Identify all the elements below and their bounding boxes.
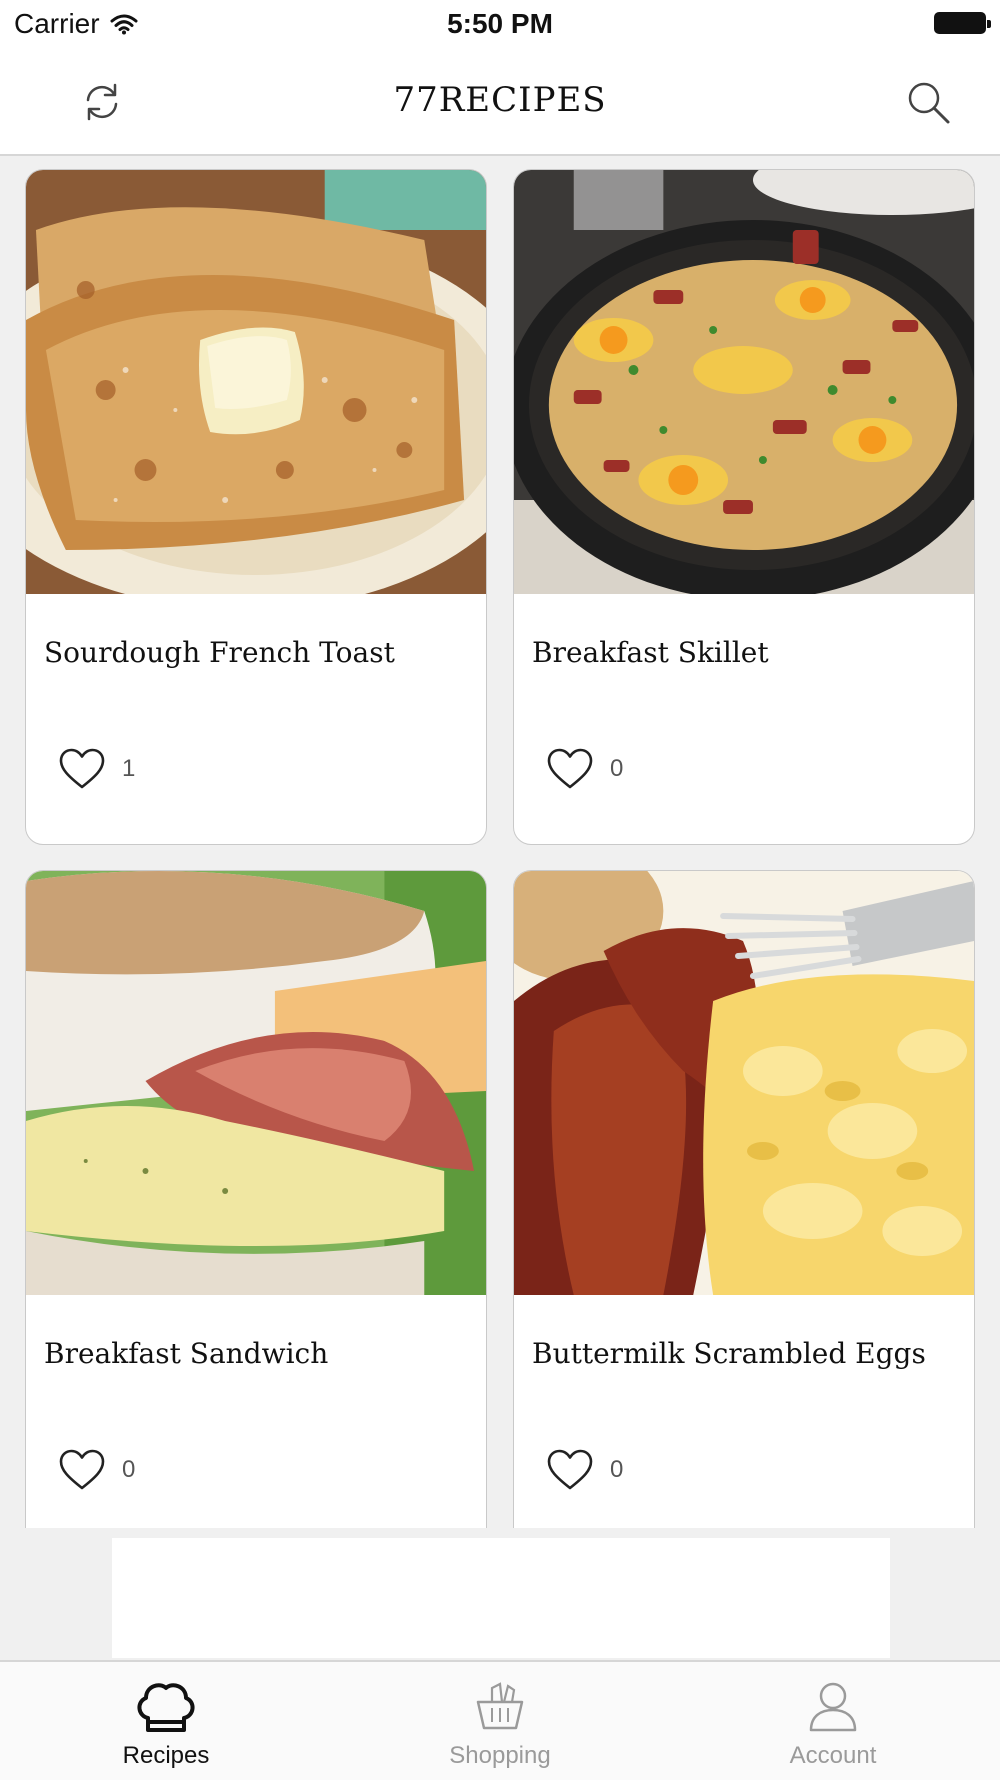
like-control[interactable]: 0 [546,748,623,790]
heart-icon[interactable] [58,748,106,790]
recipe-title: Sourdough French Toast [44,636,395,669]
tab-account[interactable]: Account [733,1662,933,1780]
recipe-photo [26,871,486,1295]
recipe-photo [514,871,974,1295]
ad-banner[interactable] [112,1538,890,1658]
status-bar: Carrier 5:50 PM [0,0,1000,50]
heart-icon[interactable] [546,1449,594,1491]
like-control[interactable]: 0 [58,1449,135,1491]
heart-icon[interactable] [546,748,594,790]
like-count: 1 [122,755,136,782]
recipe-title: Breakfast Sandwich [44,1337,329,1370]
like-count: 0 [610,1456,624,1483]
like-control[interactable]: 0 [546,1449,623,1491]
tab-shopping[interactable]: Shopping [400,1662,600,1780]
search-button[interactable] [900,74,956,130]
search-icon [908,82,950,124]
user-icon [809,1682,857,1732]
recipe-title: Breakfast Skillet [532,636,769,669]
battery-icon [934,12,991,34]
status-time: 5:50 PM [447,8,553,39]
recipe-card[interactable]: Breakfast Sandwich 0 [25,870,487,1528]
like-count: 0 [610,755,624,782]
tab-recipes[interactable]: Recipes [66,1662,266,1780]
tab-label: Recipes [122,1742,210,1769]
heart-icon[interactable] [58,1449,106,1491]
tab-bar: Recipes Shopping Account [0,1660,1000,1780]
tab-label: Account [789,1742,877,1769]
chef-hat-icon [137,1683,195,1732]
like-count: 0 [122,1456,136,1483]
recipe-title: Buttermilk Scrambled Eggs [532,1337,926,1370]
like-control[interactable]: 1 [58,748,135,790]
tab-label: Shopping [449,1742,551,1769]
recipe-card[interactable]: Breakfast Skillet 0 [513,169,975,845]
recipe-photo [514,170,974,594]
recipe-grid: Sourdough French Toast 1 Breakfast Skill… [0,156,1000,1528]
recipe-card[interactable]: Sourdough French Toast 1 [25,169,487,845]
app-title: 77RECIPES [393,80,607,120]
basket-icon [476,1682,524,1730]
recipe-photo [26,170,486,594]
navigation-bar: 77RECIPES [0,50,1000,156]
recipe-card[interactable]: Buttermilk Scrambled Eggs 0 [513,870,975,1528]
